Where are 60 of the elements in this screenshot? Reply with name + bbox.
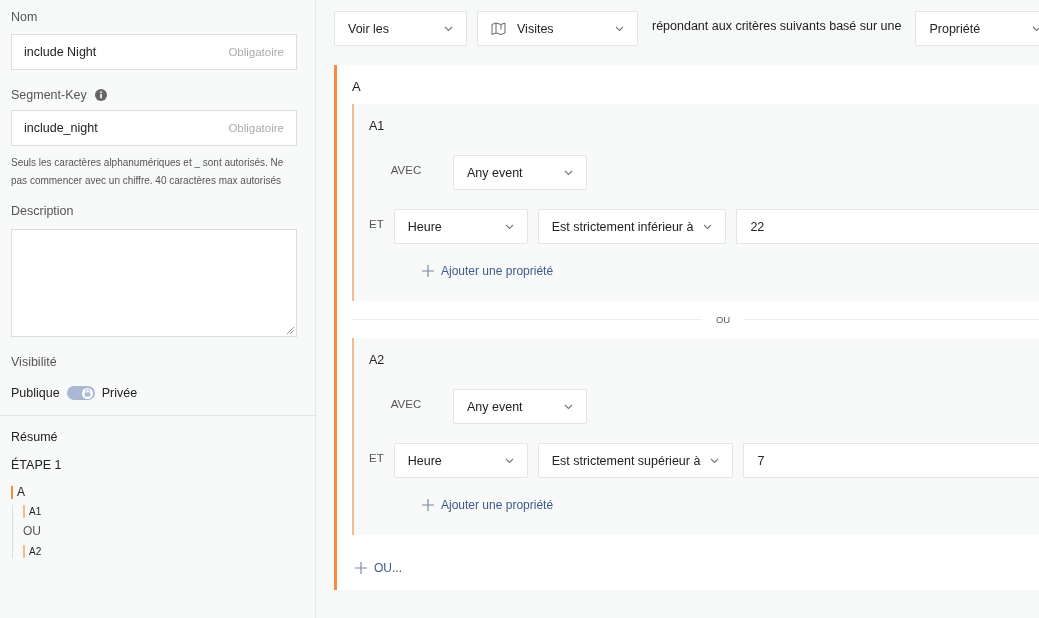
- summary-group: A1: [23, 505, 304, 518]
- public-label: Publique: [11, 386, 60, 400]
- entity-select[interactable]: Visites: [477, 11, 638, 46]
- property-select[interactable]: Heure: [393, 443, 528, 478]
- info-icon[interactable]: [94, 89, 107, 101]
- field-value: include_night: [24, 121, 98, 135]
- step-label: ÉTAPE 1: [11, 458, 63, 472]
- plus-icon: [422, 499, 434, 511]
- name-field[interactable]: include Night Obligatoire: [11, 34, 297, 70]
- value-field[interactable]: 22: [736, 209, 1039, 244]
- condition-label: AVEC: [389, 163, 423, 176]
- chevron-down-icon: [1032, 25, 1039, 32]
- description-label: Description: [11, 204, 75, 218]
- basis-select[interactable]: Propriété: [915, 11, 1039, 46]
- segment-key-label: Segment-Key: [11, 88, 87, 102]
- map-icon: [491, 21, 507, 36]
- subgroup-label: A1: [369, 119, 386, 133]
- operator-select[interactable]: Est strictement inférieur à: [537, 209, 727, 244]
- add-or-link[interactable]: OU...: [355, 561, 402, 575]
- visibility-label: Visibilité: [11, 355, 58, 369]
- condition-label: ET: [369, 217, 384, 230]
- summary-or: OU: [23, 525, 42, 538]
- chevron-down-icon: [564, 403, 573, 410]
- value-field[interactable]: 7: [743, 443, 1039, 478]
- summary-title: Résumé: [11, 430, 59, 444]
- summary-group: A: [11, 486, 304, 499]
- event-select[interactable]: Any event: [453, 155, 587, 190]
- help-text: Seuls les caractères alphanumériques et _ sont autorisés. Ne pas commencer avec un chiffre. 40 caractères max autorisés: [11, 156, 285, 188]
- required-hint: Obligatoire: [228, 122, 284, 134]
- criteria-text: répondant aux critères suivants basé sur une: [652, 19, 902, 33]
- chevron-down-icon: [615, 25, 624, 32]
- group-label: A: [352, 79, 362, 94]
- private-label: Privée: [101, 386, 138, 400]
- property-select[interactable]: Heure: [393, 209, 528, 244]
- plus-icon: [422, 265, 434, 277]
- summary-group: A2: [23, 545, 304, 558]
- description-field[interactable]: [11, 229, 297, 337]
- visibility-toggle[interactable]: [66, 386, 95, 400]
- add-property-link[interactable]: Ajouter une propriété: [422, 498, 554, 512]
- chevron-down-icon: [710, 457, 720, 464]
- or-divider-label: OU: [715, 314, 731, 325]
- show-select[interactable]: Voir les: [334, 11, 467, 46]
- chevron-down-icon: [564, 169, 573, 176]
- chevron-down-icon: [504, 457, 514, 464]
- chevron-down-icon: [504, 223, 514, 230]
- field-value: include Night: [24, 45, 97, 59]
- plus-icon: [355, 562, 367, 574]
- add-property-link[interactable]: Ajouter une propriété: [422, 264, 554, 278]
- subgroup-label: A2: [369, 353, 386, 367]
- operator-select[interactable]: Est strictement supérieur à: [537, 443, 734, 478]
- required-hint: Obligatoire: [228, 46, 284, 58]
- name-label: Nom: [11, 10, 39, 24]
- chevron-down-icon: [703, 223, 713, 230]
- chevron-down-icon: [444, 25, 453, 32]
- condition-label: ET: [369, 451, 384, 464]
- lock-icon: [83, 389, 91, 397]
- resize-grip-icon[interactable]: [286, 326, 294, 334]
- event-select[interactable]: Any event: [453, 389, 587, 424]
- segment-key-field[interactable]: include_night Obligatoire: [11, 110, 297, 146]
- condition-label: AVEC: [389, 397, 423, 410]
